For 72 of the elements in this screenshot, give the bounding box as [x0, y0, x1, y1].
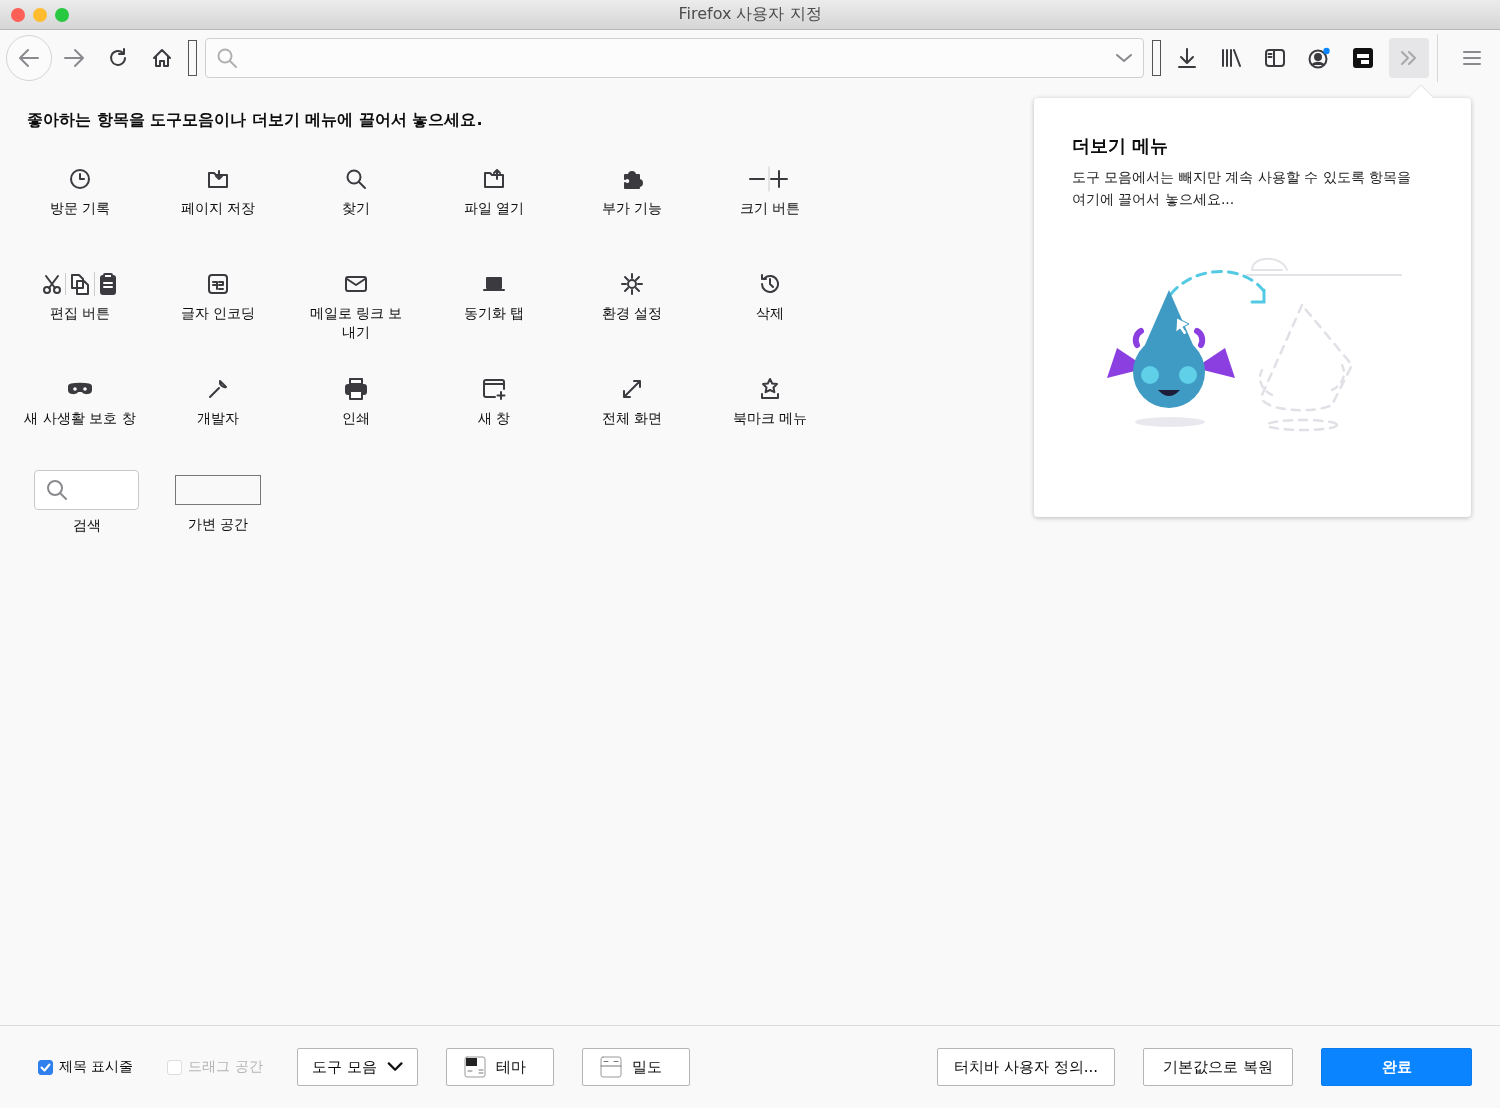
scissors-icon [42, 273, 62, 295]
copy-icon [65, 273, 91, 295]
palette-item[interactable]: 새 사생활 보호 창 [11, 373, 149, 428]
palette-item[interactable]: 방문 기록 [11, 163, 149, 218]
new-window-icon [482, 377, 506, 401]
puzzle-icon [621, 168, 643, 190]
palette-item[interactable]: 페이지 저장 [149, 163, 287, 218]
palette-item[interactable]: 편집 버튼 [11, 268, 149, 323]
folder-upload-icon [482, 168, 506, 190]
toolbars-dropdown[interactable]: 도구 모음 [296, 1048, 418, 1086]
history-icon [758, 272, 782, 296]
envelope-icon [344, 274, 368, 294]
footer-button[interactable]: 기본값으로 복원 [1143, 1048, 1293, 1086]
mask-icon [67, 382, 93, 396]
panel-title: 더보기 메뉴 [1072, 134, 1170, 158]
spacer-outline[interactable] [1152, 40, 1161, 76]
palette-item[interactable]: 크기 버튼 [701, 163, 839, 218]
menu-icon [1462, 49, 1482, 67]
palette-item[interactable]: 환경 설정 [563, 268, 701, 323]
palette-item[interactable]: 새 창 [425, 373, 563, 428]
palette-item[interactable]: 글자 인코딩 [149, 268, 287, 323]
forward-arrow-icon [63, 48, 85, 68]
theme-icon [463, 1056, 486, 1078]
theme-button[interactable]: 테마 [445, 1048, 554, 1086]
footer-button[interactable]: 터치바 사용자 정의... [937, 1048, 1115, 1086]
star-tray-icon [759, 377, 781, 401]
text-encoding-icon [207, 273, 229, 295]
window-title: Firefox 사용자 지정 [677, 4, 823, 25]
home-icon [151, 47, 173, 69]
density-button[interactable]: 밀도 [581, 1048, 690, 1086]
library-icon [1220, 48, 1242, 68]
palette-item[interactable]: 북마크 메뉴 [701, 373, 839, 428]
sidebar-icon [1264, 48, 1286, 68]
reload-icon [107, 47, 129, 69]
caret-icon [386, 1061, 403, 1073]
back-button[interactable] [6, 35, 52, 81]
clock-icon [69, 168, 91, 190]
palette-item[interactable]: 인쇄 [287, 373, 425, 428]
spacer-outline[interactable] [188, 40, 197, 76]
laptop-icon [482, 275, 506, 293]
search-icon [216, 47, 238, 69]
palette-item[interactable]: 가변 공간 [149, 475, 287, 534]
download-icon [1176, 47, 1198, 69]
checkmark-icon [40, 1062, 51, 1072]
gear-icon [620, 272, 644, 296]
density-icon [599, 1056, 622, 1078]
extension-icon [1352, 47, 1374, 69]
palette-item[interactable]: 삭제 [701, 268, 839, 323]
caret-icon [1115, 53, 1133, 63]
search-icon [345, 168, 367, 190]
palette-item[interactable]: 동기화 탭 [425, 268, 563, 323]
back-arrow-icon [18, 48, 40, 68]
palette-item[interactable]: 찾기 [287, 163, 425, 218]
printer-icon [344, 377, 368, 401]
panel-description: 도구 모음에서는 빼지만 계속 사용할 수 있도록 항목을 여기에 끌어서 놓으세요... [1072, 168, 1413, 209]
palette-item[interactable]: 검색 [34, 470, 139, 535]
checkbox[interactable]: 제목 표시줄 [38, 1058, 134, 1076]
palette-item[interactable]: 메일로 링크 보내기 [296, 268, 416, 342]
wrench-icon [206, 377, 230, 401]
palette-item[interactable]: 부가 기능 [563, 163, 701, 218]
chevrons-icon [1399, 49, 1419, 67]
palette-item[interactable]: 전체 화면 [563, 373, 701, 428]
address-field[interactable] [205, 38, 1144, 78]
palette-item[interactable]: 파일 열기 [425, 163, 563, 218]
clipboard-icon [94, 272, 118, 296]
search-icon [45, 478, 69, 502]
expand-arrows-icon [621, 378, 643, 400]
folder-download-icon [206, 168, 230, 190]
palette-heading: 좋아하는 항목을 도구모음이나 더보기 메뉴에 끌어서 놓으세요. [27, 110, 484, 131]
done-button[interactable]: 완료 [1321, 1048, 1472, 1086]
palette-item[interactable]: 개발자 [149, 373, 287, 428]
account-icon [1307, 47, 1331, 69]
